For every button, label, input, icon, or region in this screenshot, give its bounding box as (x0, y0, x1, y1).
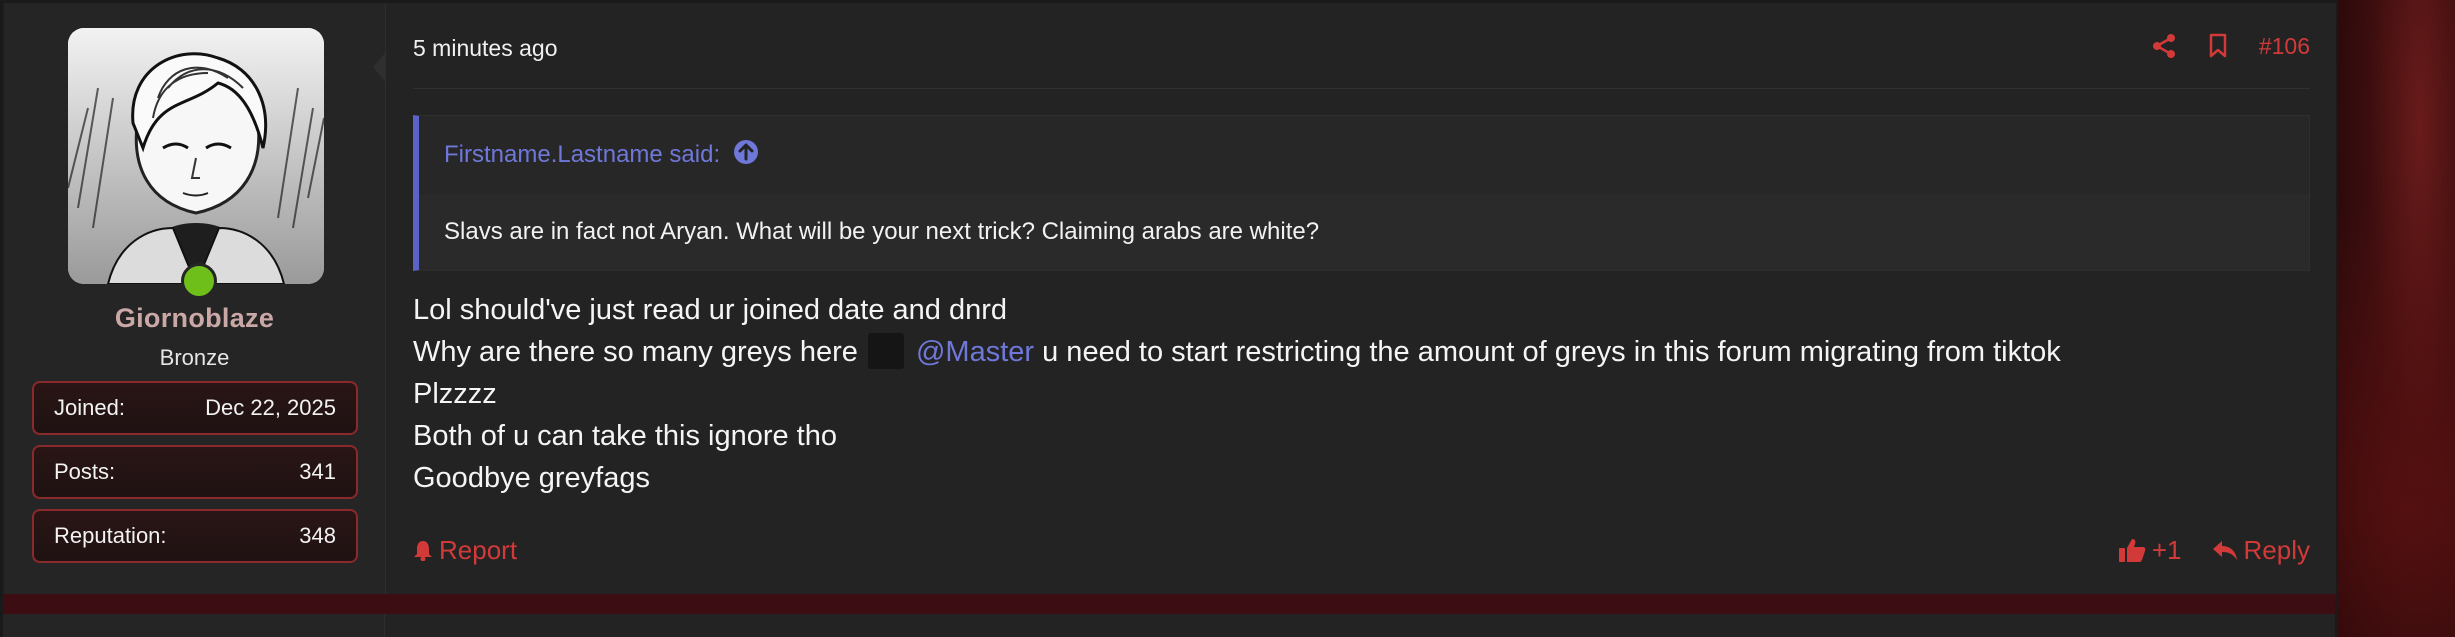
quote-header[interactable]: Firstname.Lastname said: (419, 116, 2309, 194)
reply-icon (2212, 541, 2237, 560)
avatar-image (68, 28, 324, 284)
bell-icon (414, 541, 432, 561)
avatar[interactable] (68, 28, 324, 284)
quote-block: Firstname.Lastname said: Slavs are in fa… (413, 115, 2310, 271)
report-button[interactable]: Report (413, 535, 517, 566)
arrow-up-circle-icon[interactable] (732, 138, 760, 173)
quote-author[interactable]: Firstname.Lastname said: (444, 141, 720, 169)
bookmark-icon[interactable] (2205, 31, 2231, 61)
message-line: Lol should've just read ur joined date a… (413, 294, 1008, 326)
next-post-user-panel (3, 614, 385, 637)
report-label: Report (439, 534, 518, 565)
username[interactable]: Giornoblaze (4, 303, 385, 334)
reply-label: Reply (2243, 534, 2310, 565)
quote-text: Slavs are in fact not Aryan. What will b… (419, 194, 2309, 270)
user-mention-link[interactable]: @Master (916, 336, 1034, 368)
stat-label: Reputation: (54, 523, 167, 548)
stat-value: Dec 22, 2025 (205, 395, 336, 420)
like-button[interactable]: +1 (2118, 535, 2182, 566)
message-line: Plzzzz (413, 378, 497, 410)
post-timestamp[interactable]: 5 minutes ago (413, 35, 557, 62)
stat-value: 341 (299, 459, 336, 484)
post-arrow (373, 53, 385, 81)
online-status-indicator (181, 263, 217, 299)
post-footer: Report +1 Reply (413, 530, 2310, 570)
thumbs-up-icon (2118, 539, 2146, 562)
stat-joined: Joined: Dec 22, 2025 (32, 381, 358, 435)
post-number-link[interactable]: #106 (2259, 33, 2310, 60)
stat-posts: Posts: 341 (32, 445, 358, 499)
page-background-art (2338, 0, 2455, 637)
emoji-image (867, 333, 904, 369)
message-line: Why are there so many greys here @Master… (413, 331, 2061, 373)
post-header-actions: #106 (2151, 31, 2310, 61)
like-count: +1 (2151, 534, 2182, 565)
quote-text-content: Slavs are in fact not Aryan. What will b… (444, 218, 1320, 245)
stat-reputation: Reputation: 348 (32, 509, 358, 563)
share-icon[interactable] (2151, 31, 2177, 61)
post-separator (3, 594, 2335, 614)
post-user-panel: Giornoblaze Bronze Joined: Dec 22, 2025 … (4, 3, 386, 594)
message-body: Lol should've just read ur joined date a… (413, 289, 2061, 499)
stat-value: 348 (299, 523, 336, 548)
message-line: Both of u can take this ignore tho (413, 420, 837, 452)
header-divider (413, 88, 2310, 89)
message-line: Goodbye greyfags (413, 462, 650, 494)
stat-label: Posts: (54, 459, 116, 484)
reply-button[interactable]: Reply (2212, 535, 2310, 566)
post-content: 5 minutes ago #106 Firstname.Lastname sa… (373, 3, 2336, 594)
next-post-partial (3, 614, 2335, 637)
forum-post: Giornoblaze Bronze Joined: Dec 22, 2025 … (3, 3, 2336, 594)
message-text: Why are there so many greys here (413, 336, 858, 368)
user-rank: Bronze (159, 345, 230, 370)
message-text: u need to start restricting the amount o… (1042, 336, 2061, 368)
stat-label: Joined: (54, 395, 125, 420)
